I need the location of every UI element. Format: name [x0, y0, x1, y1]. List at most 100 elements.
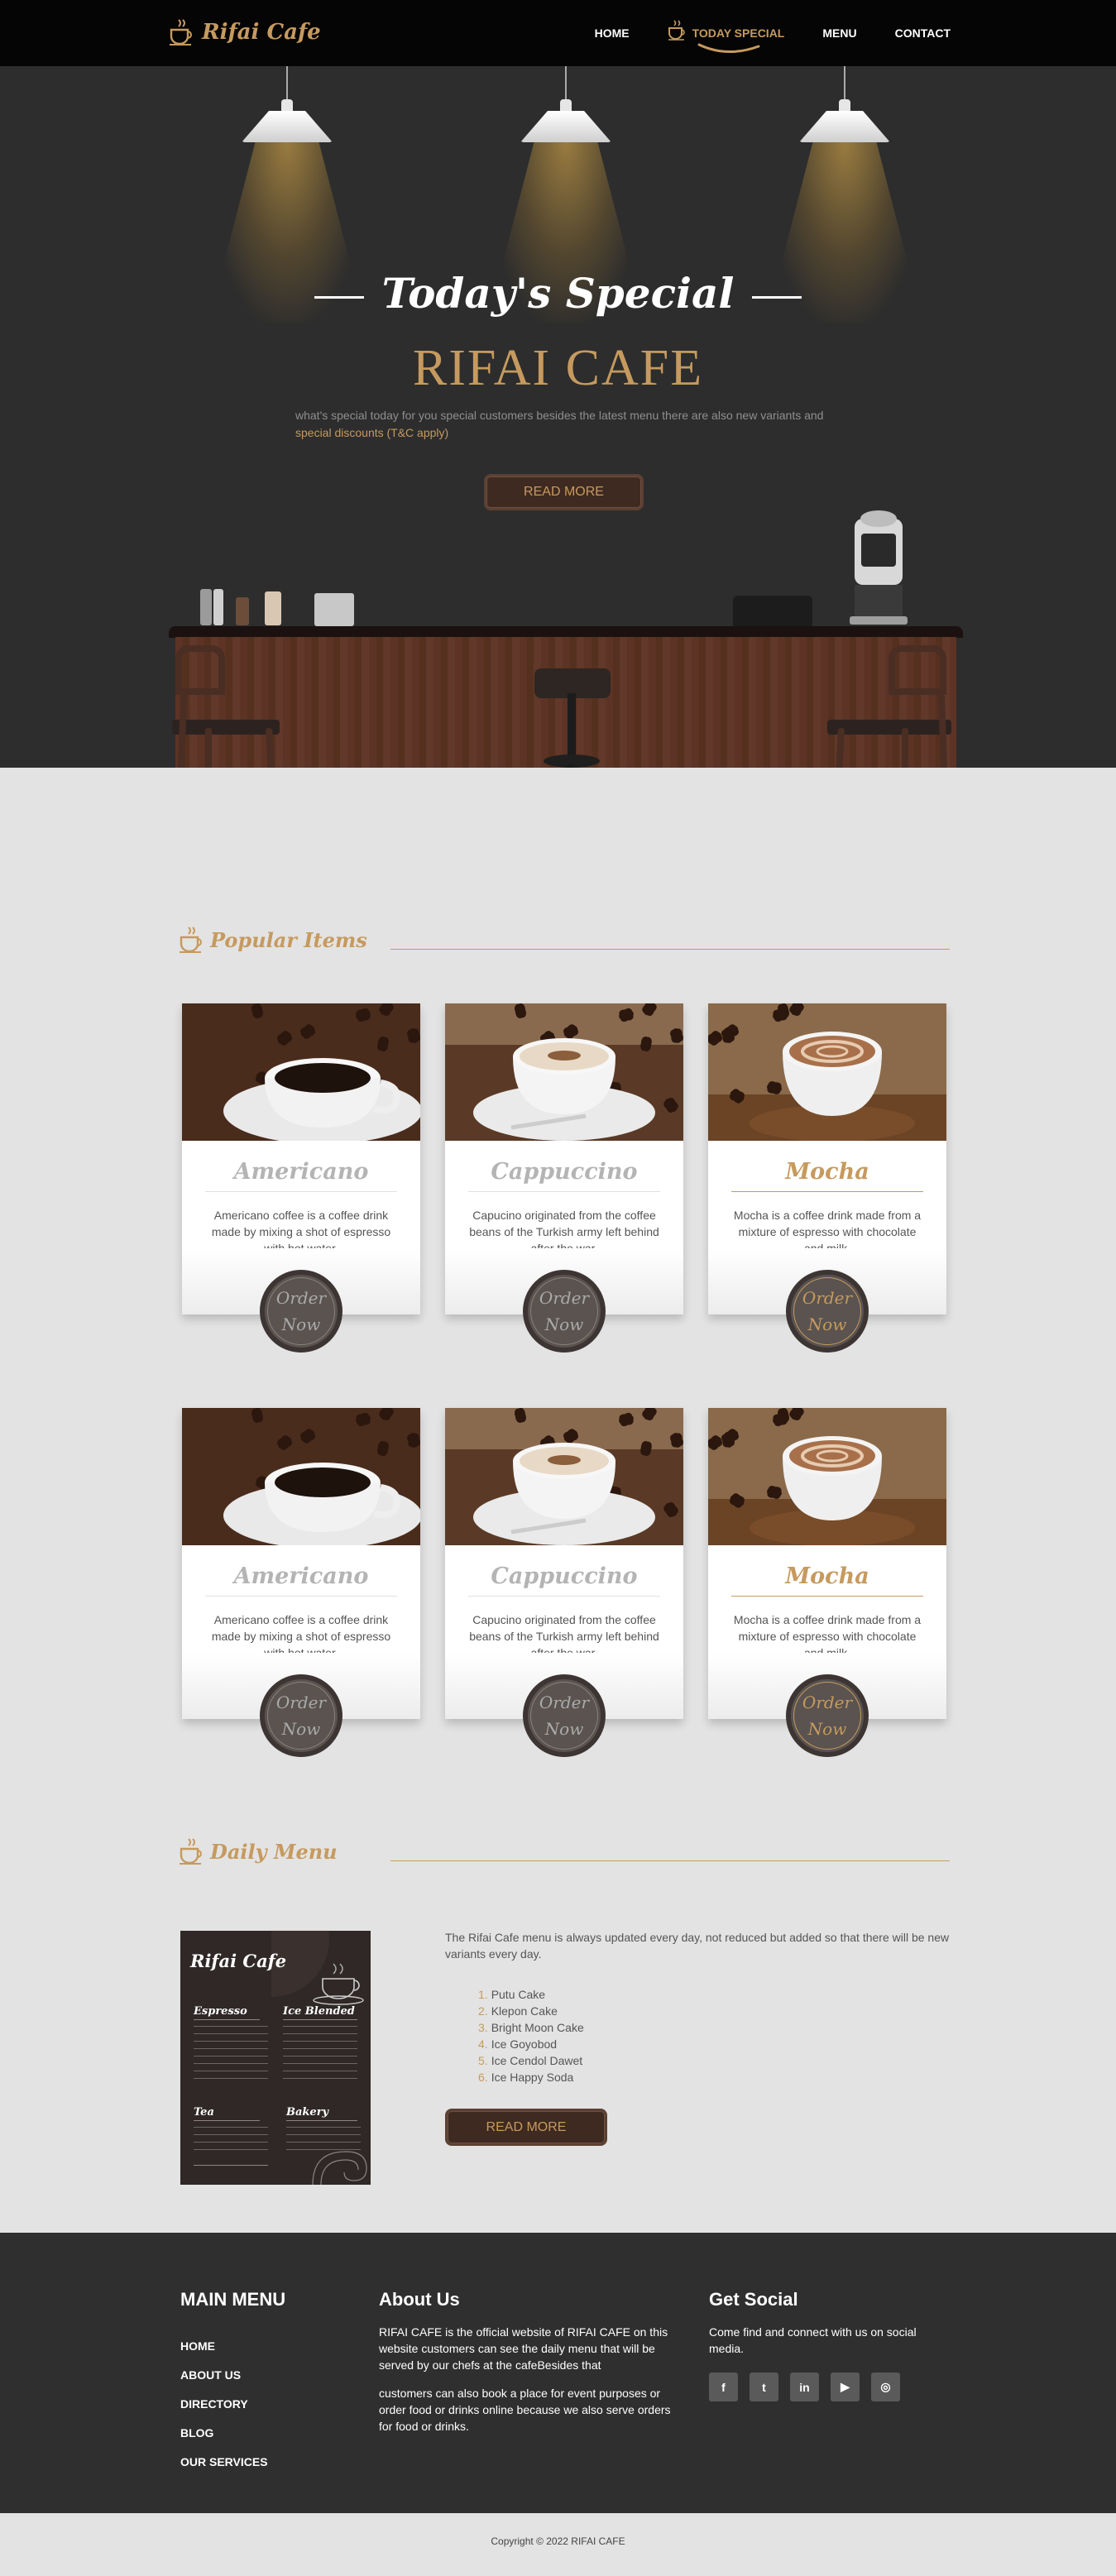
mocha-photo — [708, 1003, 946, 1141]
daily-menu-title: Daily Menu — [210, 1839, 338, 1864]
daily-menu-item: 6. Ice Happy Soda — [478, 2069, 584, 2085]
product-card: Cappuccino Capucino originated from the c… — [445, 1408, 683, 1757]
menu-board-section: Ice Blended — [283, 2005, 355, 2018]
product-card: Americano Americano coffee is a coffee dr… — [182, 1003, 420, 1353]
order-now-button[interactable]: Order Now — [260, 1674, 342, 1757]
instagram-icon[interactable]: ◎ — [871, 2373, 900, 2401]
facebook-icon[interactable]: f — [709, 2373, 738, 2401]
twitter-icon[interactable]: t — [750, 2373, 778, 2401]
bar-counter-top — [169, 626, 963, 638]
daily-menu-list: 1. Putu Cake 2. Klepon Cake 3. Bright Moon Ca… — [478, 1986, 584, 2085]
product-name: Cappuccino — [491, 1159, 638, 1185]
nav-today-special-label: TODAY SPECIAL — [692, 26, 785, 40]
logo[interactable]: Rifai Cafe — [169, 18, 321, 46]
footer-links: HOME ABOUT US DIRECTORY BLOG OUR SERVICE… — [180, 2332, 268, 2477]
coffee-cup-icon — [170, 19, 192, 45]
bar-stool-left — [172, 645, 280, 768]
footer: MAIN MENU HOME ABOUT US DIRECTORY BLOG O… — [0, 2233, 1116, 2513]
daily-read-more-button[interactable]: READ MORE — [445, 2109, 607, 2146]
cappuccino-photo — [445, 1003, 683, 1141]
hero-read-more-button[interactable]: READ MORE — [484, 474, 644, 510]
bar-stool-right — [827, 645, 952, 768]
americano-photo — [182, 1408, 420, 1545]
footer-link-directory[interactable]: DIRECTORY — [180, 2390, 268, 2419]
nav-menu[interactable]: MENU — [822, 26, 856, 40]
order-now-button[interactable]: Order Now — [523, 1674, 606, 1757]
coffee-bags-decor — [314, 593, 354, 626]
product-divider — [468, 1596, 660, 1597]
product-name: Americano — [233, 1563, 369, 1589]
youtube-icon[interactable]: ▶ — [831, 2373, 860, 2401]
product-card: Mocha Mocha is a coffee drink made from a… — [708, 1408, 946, 1757]
product-name: Americano — [233, 1159, 369, 1185]
footer-about-title: About Us — [379, 2289, 460, 2310]
section-divider — [390, 1860, 950, 1861]
cash-register-decor — [733, 596, 812, 627]
hero-brand: RIFAI CAFE — [412, 340, 704, 396]
footer-link-home[interactable]: HOME — [180, 2332, 268, 2361]
footer-about-text-2: customers can also book a place for even… — [379, 2387, 671, 2433]
daily-menu-item-label: Ice Goyobod — [491, 2037, 558, 2051]
daily-menu-item-number: 2. — [478, 2004, 488, 2018]
daily-menu-item: 1. Putu Cake — [478, 1986, 584, 2003]
product-card: Cappuccino Capucino originated from the c… — [445, 1003, 683, 1353]
top-nav: Rifai Cafe HOME TODAY SPECIAL MENU CONTA… — [0, 0, 1116, 66]
product-card: Mocha Mocha is a coffee drink made from a… — [708, 1003, 946, 1353]
hero-title: Today's Special — [0, 269, 1116, 318]
daily-menu-item: 4. Ice Goyobod — [478, 2036, 584, 2052]
underline-swoosh-icon — [697, 43, 760, 54]
daily-menu-item-number: 5. — [478, 2054, 488, 2067]
popular-items-title: Popular Items — [210, 927, 367, 952]
daily-menu-item-label: Klepon Cake — [491, 2004, 558, 2018]
footer-social-title: Get Social — [709, 2289, 798, 2310]
swirl-decor — [312, 2151, 367, 2185]
daily-menu-item-label: Bright Moon Cake — [491, 2021, 584, 2034]
nav-today-special[interactable]: TODAY SPECIAL — [668, 20, 785, 54]
daily-menu-item-label: Putu Cake — [491, 1988, 546, 2001]
daily-menu-item-label: Ice Cendol Dawet — [491, 2054, 583, 2067]
social-links: f t in ▶ ◎ — [709, 2373, 900, 2401]
bottle-decor — [213, 589, 223, 625]
jar-decor — [236, 597, 249, 625]
main-nav: HOME TODAY SPECIAL MENU CONTACT — [595, 0, 951, 66]
daily-menu-item: 3. Bright Moon Cake — [478, 2019, 584, 2036]
daily-menu-item-number: 4. — [478, 2037, 488, 2051]
menu-board-section: Bakery — [286, 2106, 329, 2119]
order-now-button[interactable]: Order Now — [260, 1270, 342, 1353]
footer-main-menu-title: MAIN MENU — [180, 2289, 286, 2310]
product-name: Mocha — [785, 1563, 869, 1589]
footer-link-blog[interactable]: BLOG — [180, 2419, 268, 2448]
daily-menu-item: 5. Ice Cendol Dawet — [478, 2052, 584, 2069]
product-name: Cappuccino — [491, 1563, 638, 1589]
nav-home[interactable]: HOME — [595, 26, 630, 40]
americano-photo — [182, 1003, 420, 1141]
footer-link-our-services[interactable]: OUR SERVICES — [180, 2448, 268, 2477]
daily-menu-item: 2. Klepon Cake — [478, 2003, 584, 2019]
order-now-button[interactable]: Order Now — [523, 1270, 606, 1353]
menu-board-section: Tea — [194, 2106, 214, 2119]
daily-menu-item-label: Ice Happy Soda — [491, 2071, 574, 2084]
bottle-decor — [200, 589, 212, 625]
product-name: Mocha — [785, 1159, 869, 1185]
menu-board-image: Rifai Cafe Espresso Ice Blended Tea Bake… — [180, 1931, 371, 2185]
cappuccino-photo — [445, 1408, 683, 1545]
popular-items-heading: Popular Items — [179, 926, 367, 954]
coffee-cup-icon — [180, 926, 202, 953]
daily-menu-item-number: 1. — [478, 1988, 488, 2001]
product-divider — [468, 1191, 660, 1192]
footer-link-about-us[interactable]: ABOUT US — [180, 2361, 268, 2390]
product-divider — [731, 1596, 923, 1597]
daily-menu-item-number: 3. — [478, 2021, 488, 2034]
product-divider — [205, 1191, 397, 1192]
footer-about-text: RIFAI CAFE is the official website of RI… — [379, 2325, 668, 2372]
order-now-button[interactable]: Order Now — [786, 1270, 869, 1353]
special-discounts-link[interactable]: special discounts (T&C apply) — [295, 426, 448, 439]
hero-description: what's special today for you special cus… — [295, 407, 841, 442]
coffee-cup-icon — [180, 1838, 202, 1865]
nav-contact[interactable]: CONTACT — [895, 26, 951, 40]
linkedin-icon[interactable]: in — [790, 2373, 819, 2401]
section-divider — [390, 949, 950, 950]
coffee-cup-icon — [668, 20, 685, 41]
order-now-button[interactable]: Order Now — [786, 1674, 869, 1757]
bar-stool-center — [534, 668, 611, 768]
